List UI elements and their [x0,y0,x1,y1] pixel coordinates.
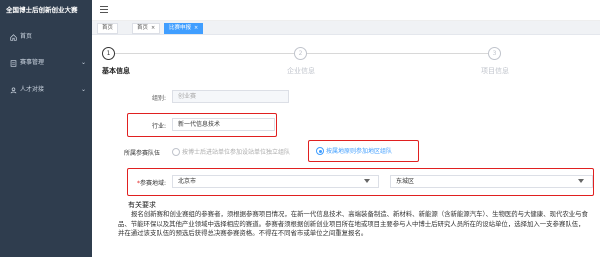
city-select[interactable]: 北京市 [172,175,379,188]
team-label: 所属参赛队伍 [124,150,161,157]
chevron-down-icon: ⌄ [80,59,86,66]
step-3-label: 项目信息 [481,67,509,75]
sidebar: 全国博士后创新创业大赛 首页 赛事管理 ⌄ 人才对接 ⌄ [0,0,92,257]
team-option-regional-radio[interactable] [316,147,324,155]
step-1-circle: 1 [102,47,115,60]
notes-text: 报名创新赛和创业赛组的参赛者，须根据参赛项目情况，在新一代信息技术、高端装备制造… [118,210,588,237]
sidebar-item-home[interactable]: 首页 [0,30,92,44]
step-2-label: 企业信息 [287,67,315,75]
user-icon [10,87,17,94]
region-label-text: 参赛地域: [139,180,166,187]
team-option-regional-text[interactable]: 按属地原则参加地区组队 [326,146,392,155]
home-icon [10,34,17,41]
close-icon[interactable]: × [151,25,155,31]
file-icon [10,60,17,67]
step-2-circle: 2 [294,47,307,60]
step-connector [305,53,488,54]
tab-label: 比赛申报 [169,25,192,31]
tab-home[interactable]: 首页 [97,23,119,34]
tab-label: 首页 [102,25,114,31]
chevron-down-icon[interactable] [578,179,584,183]
close-icon[interactable]: × [194,25,198,31]
sidebar-item-label: 人才对接 [20,86,45,93]
category-field: 创业赛 [172,90,289,103]
topbar [92,0,600,21]
industry-label: 行业: [151,123,166,130]
chevron-down-icon[interactable] [364,179,370,183]
region-label: *参赛地域: [130,178,166,187]
tab-home-2[interactable]: 首页 × [132,23,161,34]
tab-label: 首页 [137,25,149,31]
tab-contest-application[interactable]: 比赛申报 × [164,23,204,34]
sidebar-item-label: 赛事管理 [20,59,45,66]
app-title: 全国博士后创新创业大赛 [6,6,78,14]
menu-toggle-icon[interactable] [100,6,108,13]
sidebar-item-talent-matching[interactable]: 人才对接 ⌄ [0,83,92,97]
tab-bar: 首页 首页 × 比赛申报 × [92,21,600,35]
sidebar-item-label: 首页 [20,33,33,40]
industry-field[interactable]: 新一代信息技术 [172,118,275,131]
step-connector [113,53,294,54]
team-option-independent-text[interactable]: 按博士后进站单位参加设站单位独立组队 [182,147,290,156]
sidebar-item-contest-management[interactable]: 赛事管理 ⌄ [0,56,92,70]
step-3-circle: 3 [488,47,501,60]
category-label: 组别: [151,95,166,102]
step-1-label: 基本信息 [102,67,130,75]
chevron-down-icon: ⌄ [80,86,86,93]
team-option-independent-radio[interactable] [172,148,180,156]
district-select[interactable]: 东城区 [390,175,593,188]
notes-title: 有关要求 [128,201,156,209]
